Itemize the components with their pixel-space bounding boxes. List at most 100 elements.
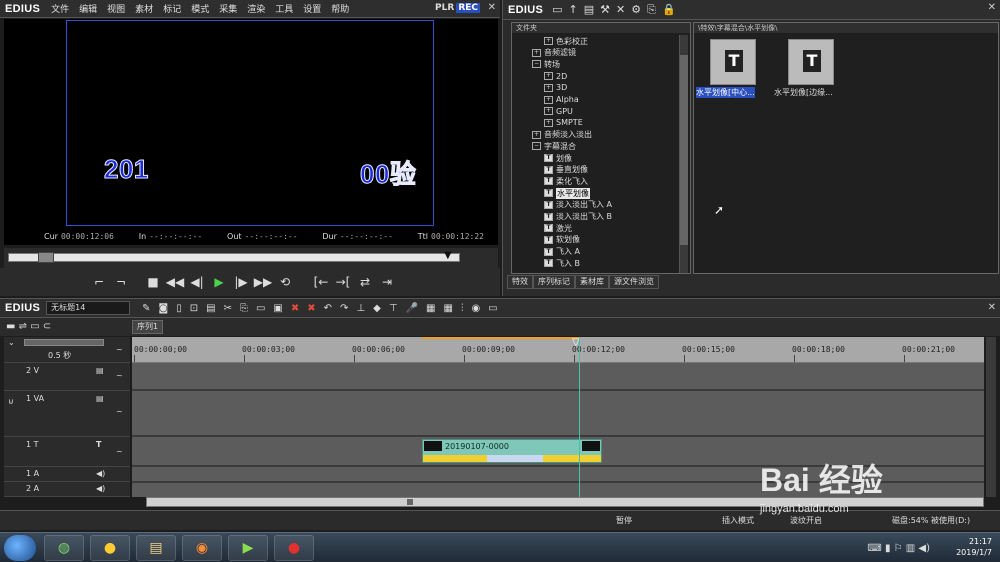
new-sequence-icon[interactable]: ✎ <box>138 303 154 314</box>
tree-item[interactable]: +3D <box>544 82 567 94</box>
tool-icon[interactable]: ⚒ <box>597 3 613 16</box>
track-mode-icons[interactable]: ▬ ⇌ ▭ ⊂ <box>6 321 51 332</box>
mixer-icon[interactable]: ⫶ <box>457 303 468 314</box>
track-1t[interactable]: 1 T T ~ <box>4 437 130 467</box>
tree-item[interactable]: − 转场 <box>532 58 560 70</box>
menu-mode[interactable]: 模式 <box>186 2 214 15</box>
title-clip[interactable]: 20190107-0000 <box>422 439 602 463</box>
tab-sequence-1[interactable]: 序列1 <box>132 320 164 334</box>
output-icon[interactable]: ⇥ <box>376 272 398 292</box>
app-recorder-icon[interactable]: ● <box>274 535 314 561</box>
effect-thumb-center[interactable]: T <box>710 39 756 85</box>
effect-label-center[interactable]: 水平划像[中心... <box>696 87 755 98</box>
menu-settings[interactable]: 设置 <box>298 2 326 15</box>
shuttle-knob[interactable] <box>38 252 54 263</box>
app-explorer-icon[interactable]: ▤ <box>136 535 176 561</box>
prev-frame-icon[interactable]: ◀| <box>186 272 208 292</box>
system-tray-icons[interactable]: ⌨ ▮ ⚐ ▥ ◀) <box>867 543 930 554</box>
menu-capture[interactable]: 采集 <box>214 2 242 15</box>
render-icon[interactable]: ▦ <box>422 303 439 314</box>
overwrite-icon[interactable]: →[ <box>332 272 354 292</box>
ripple-delete-icon[interactable]: ✖ <box>287 303 303 314</box>
set-in-icon[interactable]: ⌐ <box>88 272 110 292</box>
close-icon[interactable]: ✕ <box>988 2 996 13</box>
cut-icon[interactable]: ✂ <box>220 303 236 314</box>
tree-item[interactable]: − 字幕混合 <box>532 140 576 152</box>
scrub-track[interactable] <box>8 253 460 262</box>
menu-edit[interactable]: 编辑 <box>74 2 102 15</box>
open-project-icon[interactable]: ⊡ <box>186 303 202 314</box>
tree-item[interactable]: T 淡入淡出飞入 A <box>544 199 612 211</box>
tree-item[interactable]: T 柔化飞入 <box>544 175 588 187</box>
tree-item[interactable]: T 划像 <box>544 152 572 164</box>
position-marker-icon[interactable]: ▼ <box>444 250 454 264</box>
menu-file[interactable]: 文件 <box>46 2 74 15</box>
menu-marker[interactable]: 标记 <box>158 2 186 15</box>
waveform-icon[interactable]: ~ <box>116 345 123 354</box>
new-project-icon[interactable]: ▯ <box>172 303 186 314</box>
tree-item[interactable]: + 音频滤镜 <box>532 47 576 59</box>
menu-help[interactable]: 帮助 <box>326 2 354 15</box>
zoom-level[interactable]: 0.5 秒 <box>48 350 71 361</box>
effect-thumb-edge[interactable]: T <box>788 39 834 85</box>
replace-icon[interactable]: ⇄ <box>354 272 376 292</box>
track-title-icon[interactable]: T <box>96 440 101 449</box>
close-icon[interactable]: ✕ <box>488 2 496 13</box>
clip-out-handle[interactable] <box>582 441 600 451</box>
speaker-icon[interactable]: ◀) <box>96 469 105 478</box>
speaker-icon[interactable]: ◀) <box>96 484 105 493</box>
fast-forward-icon[interactable]: ▶▶ <box>252 272 274 292</box>
set-out-icon[interactable]: ¬ <box>110 272 132 292</box>
play-icon[interactable]: ▶ <box>208 272 230 292</box>
app-firefox-icon[interactable]: ◉ <box>182 535 222 561</box>
plr-rec-toggle[interactable]: PLR REC <box>433 3 480 13</box>
lock-icon[interactable]: 🔒 <box>659 3 679 16</box>
copy-clip-icon[interactable]: ⎘ <box>236 303 252 314</box>
app-360-icon[interactable]: ◍ <box>44 535 84 561</box>
tree-item[interactable]: +2D <box>544 70 567 82</box>
rewind-icon[interactable]: ◀◀ <box>164 272 186 292</box>
microphone-icon[interactable]: 🎤 <box>402 303 422 314</box>
clip-in-handle[interactable] <box>424 441 442 451</box>
sync-lock-icon[interactable]: ⊍ <box>8 397 14 406</box>
tree-item[interactable]: T 激光 <box>544 222 572 234</box>
tree-item[interactable]: T 淡入淡出飞入 B <box>544 211 612 223</box>
delete-clip-icon[interactable]: ✖ <box>303 303 319 314</box>
tree-item[interactable]: T 飞入 B <box>544 257 580 269</box>
menu-tools[interactable]: 工具 <box>270 2 298 15</box>
timeline-ruler[interactable]: 00:00:00;00 00:00:03;00 00:00:06;00 00:0… <box>132 337 984 363</box>
marker-icon[interactable]: ◆ <box>369 303 385 314</box>
tree-item[interactable]: + GPU <box>544 105 573 117</box>
tab-effects[interactable]: 特效 <box>507 275 533 289</box>
redo-icon[interactable]: ↷ <box>336 303 352 314</box>
next-frame-icon[interactable]: |▶ <box>230 272 252 292</box>
up-folder-icon[interactable]: ↑ <box>566 3 581 16</box>
transition-bar[interactable] <box>423 455 601 462</box>
tree-item[interactable]: + SMPTE <box>544 117 583 129</box>
start-button[interactable] <box>4 535 36 561</box>
menu-view[interactable]: 视图 <box>102 2 130 15</box>
delete-icon[interactable]: ✕ <box>613 3 628 16</box>
paste-icon[interactable]: ▭ <box>252 303 269 314</box>
waveform-icon[interactable]: ~ <box>116 371 123 380</box>
clock[interactable]: 21:17 2019/1/7 <box>956 536 992 558</box>
tree-item[interactable]: + Alpha <box>544 94 579 106</box>
tree-item[interactable]: T 飞入 A <box>544 246 580 258</box>
timeline-vscroll[interactable] <box>986 337 996 497</box>
camera-icon[interactable]: ◙ <box>155 303 173 314</box>
tree-item[interactable]: T 软划像 <box>544 234 580 246</box>
tree-scrollbar[interactable] <box>679 35 688 273</box>
tab-source-browser[interactable]: 源文件浏览 <box>609 275 659 289</box>
insert-icon[interactable]: [← <box>310 272 332 292</box>
track-1a[interactable]: 1 A ◀) <box>4 467 130 482</box>
waveform-icon[interactable]: ~ <box>116 447 123 456</box>
folder-view-icon[interactable]: ▤ <box>581 3 597 16</box>
properties-icon[interactable]: ⚙ <box>628 3 644 16</box>
track-video-icon[interactable]: ▤ <box>96 394 104 403</box>
tree-item[interactable]: + 色彩校正 <box>544 35 588 47</box>
record-icon[interactable]: ◉ <box>467 303 484 314</box>
track-2v[interactable]: 2 V ▤ ~ <box>4 363 130 391</box>
hscroll-thumb[interactable] <box>407 499 413 505</box>
rec-button[interactable]: REC <box>456 3 480 13</box>
layout-icon[interactable]: ▭ <box>484 303 501 314</box>
